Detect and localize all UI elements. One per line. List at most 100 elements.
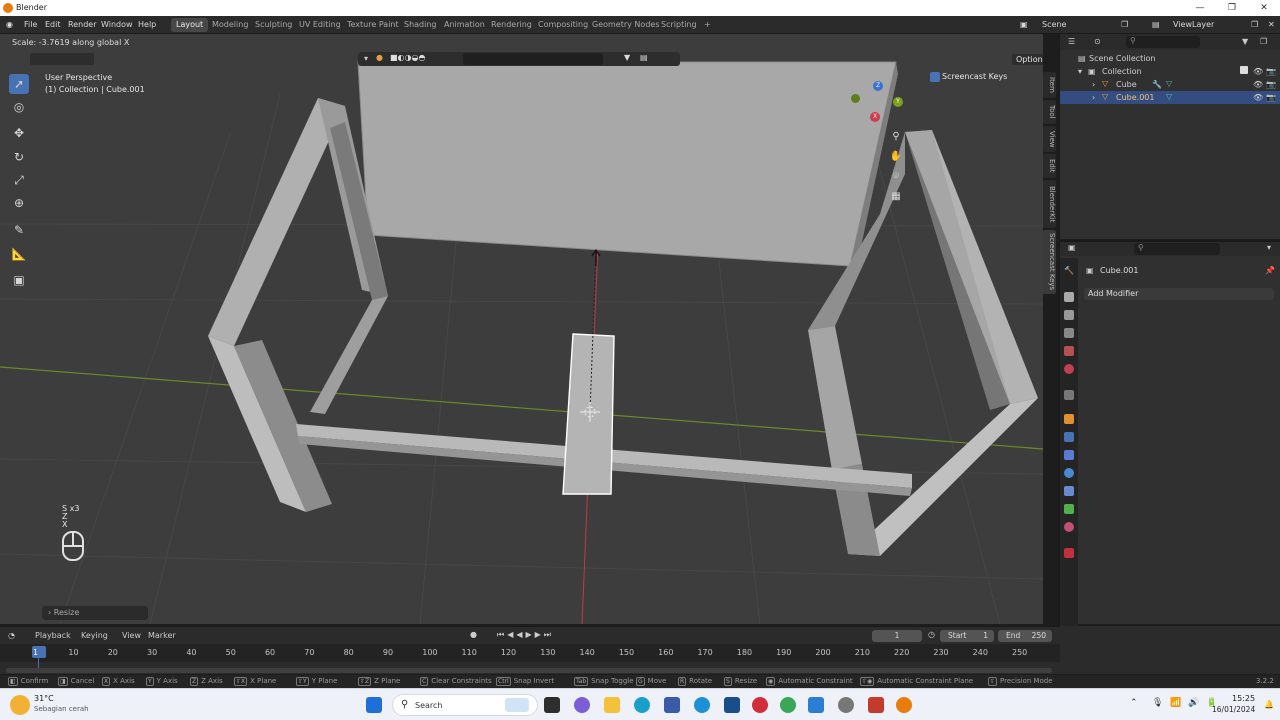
maximize-button[interactable]: ❐ — [1216, 0, 1248, 16]
filter-icon[interactable]: ▼ — [1242, 37, 1248, 46]
3d-viewport[interactable]: Scale: -3.7619 along global X User Persp… — [0, 34, 1043, 624]
scene-copy-icon[interactable]: ❐ — [1121, 20, 1128, 29]
weather-icon[interactable] — [10, 695, 30, 715]
timeline-menu-keying[interactable]: Keying — [81, 631, 108, 640]
visibility-icon[interactable]: ● — [376, 53, 383, 62]
menu-render[interactable]: Render — [68, 20, 96, 29]
expand-icon[interactable]: › — [1092, 93, 1095, 102]
camera-icon[interactable]: 📷 — [1266, 67, 1276, 76]
eye-icon[interactable]: 👁 — [1253, 80, 1263, 89]
camera-icon[interactable]: 📷 — [1266, 80, 1276, 89]
rotate-tool-icon[interactable]: ↻ — [9, 147, 29, 167]
tab-texture-paint[interactable]: Texture Paint — [342, 18, 404, 32]
outliner-row-cube[interactable]: › ▽ Cube 🔧 ▽ 👁 📷 — [1060, 78, 1280, 91]
outliner-search-input[interactable]: ⚲ — [1126, 36, 1200, 48]
scene-icon[interactable]: ▣ — [1020, 20, 1028, 29]
clock-date[interactable]: 16/01/2024 — [1212, 705, 1255, 714]
chevron-down-icon[interactable]: ▾ — [1267, 243, 1271, 252]
particles-tab-icon[interactable] — [1064, 450, 1074, 460]
constraints-tab-icon[interactable] — [1064, 486, 1074, 496]
expand-icon[interactable]: ▾ — [1078, 67, 1082, 76]
cursor-tool-icon[interactable]: ◎ — [9, 97, 29, 117]
chrome-icon[interactable] — [780, 697, 796, 713]
select-mode-buttons[interactable] — [30, 53, 94, 65]
view-layer-tab-icon[interactable] — [1064, 328, 1074, 338]
outliner-row-collection[interactable]: ▾ ▣ Collection 👁 📷 — [1060, 65, 1280, 78]
tab-scripting[interactable]: Scripting — [656, 18, 702, 32]
move-tool-icon[interactable]: ✥ — [9, 123, 29, 143]
close-button[interactable]: ✕ — [1248, 0, 1280, 16]
tab-sculpting[interactable]: Sculpting — [250, 18, 297, 32]
record-icon[interactable]: ● — [470, 630, 477, 639]
opera-icon[interactable] — [752, 697, 768, 713]
teams-icon[interactable] — [574, 697, 590, 713]
task-view-icon[interactable] — [544, 697, 560, 713]
stopwatch-icon[interactable]: ◷ — [928, 630, 935, 639]
wifi-icon[interactable]: 📶 — [1170, 698, 1181, 708]
add-cube-tool-icon[interactable]: ▣ — [9, 270, 29, 290]
gizmo-y[interactable]: Y — [893, 97, 903, 107]
left-frame[interactable] — [208, 98, 388, 512]
outliner-row-cube-001[interactable]: › ▽ Cube.001 ▽ 👁 📷 — [1060, 91, 1280, 104]
pin-icon[interactable]: 📌 — [1265, 266, 1275, 275]
edge-icon[interactable] — [634, 697, 650, 713]
new-collection-icon[interactable]: ❐ — [1260, 37, 1267, 46]
back-panel[interactable] — [357, 61, 897, 267]
blender-menu-icon[interactable]: ◉ — [6, 20, 13, 29]
menu-window[interactable]: Window — [101, 20, 133, 29]
object-tab-icon[interactable] — [1064, 414, 1074, 424]
viewlayer-icon[interactable]: ▤ — [1152, 20, 1160, 29]
viewlayer-selector[interactable]: ViewLayer — [1173, 20, 1214, 29]
tab-compositing[interactable]: Compositing — [533, 18, 593, 32]
blender-taskbar-icon[interactable] — [896, 697, 912, 713]
display-mode-icon[interactable]: ▤ — [640, 53, 648, 62]
tab-layout[interactable]: Layout — [171, 18, 209, 32]
tab-blenderkit[interactable]: BlenderKit — [1043, 180, 1056, 228]
transform-tool-icon[interactable]: ⊕ — [9, 193, 29, 213]
timeline-editor-icon[interactable]: ◔ — [8, 631, 15, 640]
eye-icon[interactable]: 👁 — [1253, 67, 1263, 76]
timeline-scrollbar[interactable] — [6, 668, 1052, 673]
pan-hand-icon[interactable]: ✋ — [887, 148, 905, 166]
data-tab-icon[interactable] — [1064, 504, 1074, 514]
viewport-scene[interactable] — [0, 34, 1043, 624]
tab-screencast-keys[interactable]: Screencast Keys — [1043, 230, 1056, 294]
menu-edit[interactable]: Edit — [45, 20, 61, 29]
add-modifier-dropdown[interactable]: Add Modifier — [1084, 288, 1274, 300]
tray-chevron-up-icon[interactable]: ⌃ — [1130, 698, 1138, 708]
file-explorer-icon[interactable] — [604, 697, 620, 713]
notification-icon[interactable]: 🔔 — [1264, 700, 1274, 709]
properties-editor-icon[interactable]: ▣ — [1068, 243, 1076, 252]
selected-cube[interactable] — [562, 248, 615, 495]
world-tab-icon[interactable] — [1064, 364, 1074, 374]
volume-icon[interactable]: 🔊 — [1188, 698, 1199, 708]
texture-tab-icon[interactable] — [1064, 548, 1074, 558]
viewlayer-copy-icon[interactable]: ❐ — [1251, 20, 1258, 29]
collection-tab-icon[interactable] — [1064, 390, 1074, 400]
viewlayer-remove-icon[interactable]: ✕ — [1268, 20, 1275, 29]
exclude-checkbox[interactable] — [1240, 66, 1248, 74]
render-tab-icon[interactable] — [1064, 292, 1074, 302]
tab-edit[interactable]: Edit — [1043, 154, 1056, 178]
modifier-tab-icon[interactable] — [1064, 432, 1074, 442]
display-mode-icon[interactable]: ⊙ — [1094, 37, 1101, 46]
end-frame-field[interactable]: End 250 — [998, 630, 1052, 642]
scene-tab-icon[interactable] — [1064, 346, 1074, 356]
app-icon[interactable] — [694, 697, 710, 713]
outliner-editor-icon[interactable]: ☰ — [1068, 37, 1075, 46]
annotate-tool-icon[interactable]: ✎ — [9, 220, 29, 240]
taskbar-search-input[interactable]: ⚲ Search — [392, 694, 538, 716]
windows-start-icon[interactable] — [366, 697, 382, 713]
minimize-button[interactable]: — — [1184, 0, 1216, 16]
output-tab-icon[interactable] — [1064, 310, 1074, 320]
current-frame-field[interactable]: 1 — [872, 630, 922, 642]
screencast-checkbox[interactable] — [930, 72, 940, 82]
options-dropdown[interactable]: Options — [1012, 54, 1043, 65]
properties-search-input[interactable]: ⚲ — [1134, 243, 1220, 255]
viewport-search-input[interactable] — [463, 53, 603, 65]
dropdown-icon[interactable]: ▾ — [364, 54, 368, 63]
timeline-menu-marker[interactable]: Marker — [148, 631, 176, 640]
shading-icons[interactable]: ■◐◑◒◓ — [390, 53, 425, 62]
expand-icon[interactable]: › — [1092, 80, 1095, 89]
settings-gear-icon[interactable] — [838, 697, 854, 713]
